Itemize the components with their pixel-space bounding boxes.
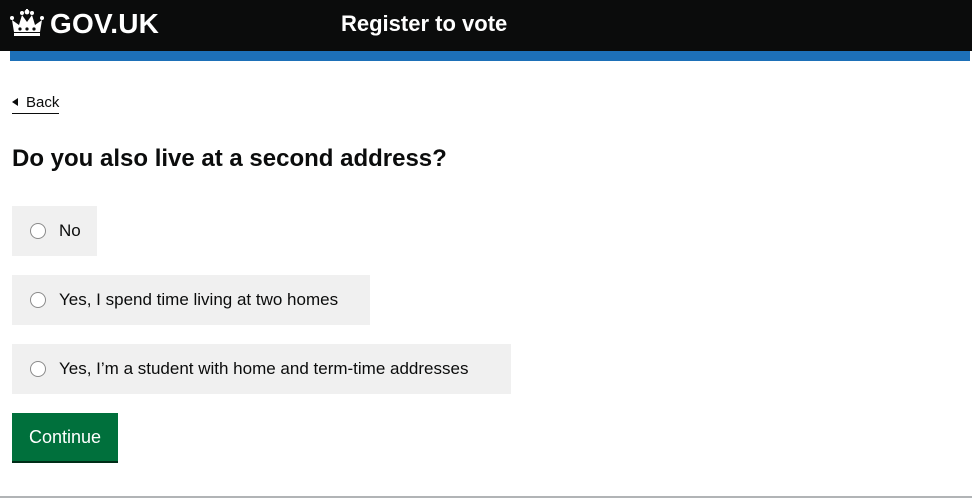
radio-label: No (59, 221, 81, 240)
back-link-label: Back (26, 93, 60, 111)
radio-option-student[interactable]: Yes, I’m a student with home and term-ti… (12, 344, 511, 394)
continue-button[interactable]: Continue (12, 413, 118, 461)
radio-option-no[interactable]: No (12, 206, 97, 256)
page: GOV.UK Register to vote Back Do you also… (0, 0, 972, 498)
radio-label: Yes, I’m a student with home and term-ti… (59, 359, 469, 378)
site-header: GOV.UK Register to vote (0, 0, 972, 51)
radio-button[interactable] (30, 223, 46, 239)
service-name-link[interactable]: Register to vote (341, 11, 507, 37)
radio-label: Yes, I spend time living at two homes (59, 290, 339, 309)
radio-option-two-homes[interactable]: Yes, I spend time living at two homes (12, 275, 370, 325)
back-arrow-icon (12, 98, 18, 106)
crown-icon (10, 9, 44, 36)
page-title: Do you also live at a second address? (12, 145, 447, 172)
back-link[interactable]: Back (12, 92, 60, 114)
govuk-home-link[interactable]: GOV.UK (10, 8, 159, 40)
radio-button[interactable] (30, 361, 46, 377)
header-stripe (10, 51, 970, 61)
logo-text: GOV.UK (50, 8, 160, 39)
radio-button[interactable] (30, 292, 46, 308)
